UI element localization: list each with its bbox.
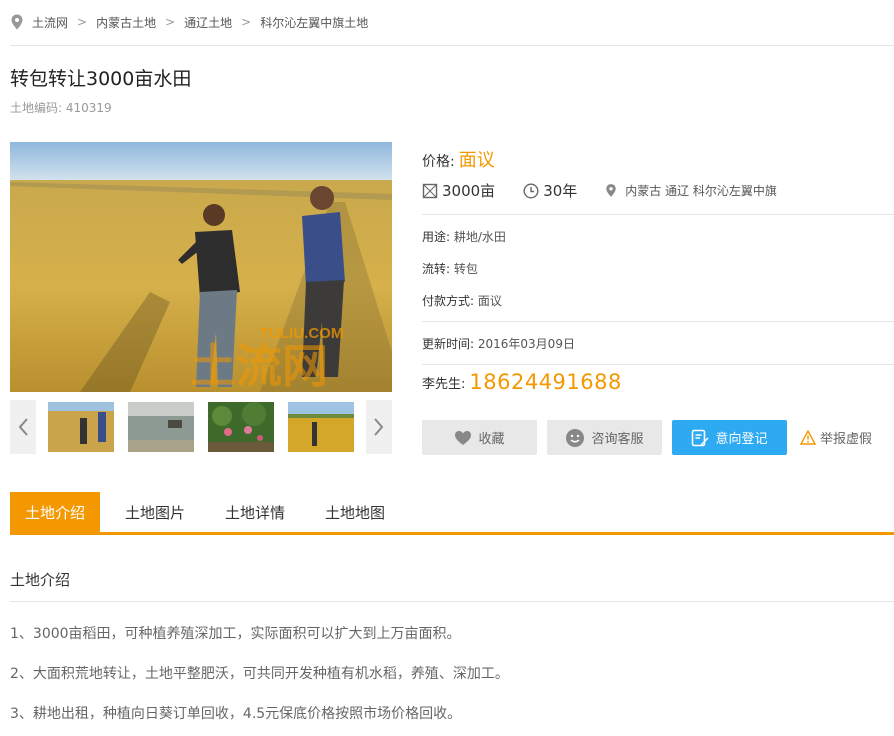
location-value: 内蒙古 通辽 科尔沁左翼中旗: [625, 184, 777, 198]
area-fact: 3000亩: [422, 180, 495, 201]
thumbnail-wheat-image: [288, 402, 354, 452]
thumbnail-1[interactable]: [48, 402, 114, 452]
breadcrumb-item-home[interactable]: 土流网: [32, 14, 68, 31]
warning-icon: [800, 430, 816, 445]
usage-row: 用途: 耕地/水田: [422, 228, 506, 245]
intro-paragraph-1: 1、3000亩稻田，可种植养殖深加工，实际面积可以扩大到上万亩面积。: [10, 626, 461, 642]
land-code: 土地编码: 410319: [10, 99, 112, 116]
price-label: 价格:: [422, 154, 455, 170]
payment-value: 面议: [477, 294, 502, 308]
chevron-right-icon: [374, 418, 384, 436]
section-title: 土地介绍: [10, 571, 71, 589]
edit-form-icon: [692, 429, 709, 446]
location-pin-icon: [606, 184, 616, 197]
contact-phone[interactable]: 18624491688: [469, 370, 621, 394]
divider: [10, 45, 894, 46]
intro-paragraph-3: 3、耕地出租，种植向日葵订单回收，4.5元保底价格按照市场价格回收。: [10, 706, 462, 722]
payment-row: 付款方式: 面议: [422, 292, 502, 309]
favorite-label: 收藏: [478, 432, 505, 447]
thumbnail-strip: [10, 400, 392, 454]
thumb-next-button[interactable]: [366, 400, 392, 454]
usage-label: 用途:: [422, 230, 451, 244]
transfer-label: 流转:: [422, 262, 451, 276]
report-link[interactable]: 举报虚假: [800, 428, 872, 447]
intent-register-button[interactable]: 意向登记: [672, 420, 787, 455]
thumbnail-field-image: [48, 402, 114, 452]
main-photo[interactable]: TULIU.COM 土流网: [10, 142, 392, 392]
divider: [422, 214, 894, 215]
usage-value: 耕地/水田: [453, 230, 506, 244]
transfer-row: 流转: 转包: [422, 260, 478, 277]
term-value: 30年: [543, 182, 578, 200]
price-row: 价格: 面议: [422, 146, 495, 172]
consult-label: 咨询客服: [591, 432, 644, 447]
key-facts: 3000亩 30年 内蒙古 通辽 科尔沁左翼中旗: [422, 180, 777, 201]
transfer-value: 转包: [453, 262, 478, 276]
updated-value: 2016年03月09日: [477, 337, 575, 351]
contact-row: 李先生: 18624491688: [422, 370, 622, 394]
clock-icon: [523, 182, 539, 199]
breadcrumb-separator: >: [165, 15, 176, 29]
favorite-button[interactable]: 收藏: [422, 420, 537, 455]
term-fact: 30年: [523, 180, 577, 201]
land-code-value: 410319: [65, 101, 112, 115]
consult-button[interactable]: 咨询客服: [547, 420, 662, 455]
divider: [422, 364, 894, 365]
tab-intro[interactable]: 土地介绍: [10, 492, 100, 532]
tab-photos[interactable]: 土地图片: [110, 492, 200, 532]
updated-row: 更新时间: 2016年03月09日: [422, 335, 575, 352]
breadcrumb-separator: >: [77, 15, 88, 29]
location-fact: 内蒙古 通辽 科尔沁左翼中旗: [605, 182, 777, 199]
breadcrumb-item-province[interactable]: 内蒙古土地: [96, 14, 156, 31]
updated-label: 更新时间:: [422, 337, 475, 351]
chevron-left-icon: [18, 418, 28, 436]
report-label: 举报虚假: [820, 432, 873, 447]
page-title: 转包转让3000亩水田: [10, 68, 192, 90]
field-photo-image: TULIU.COM 土流网: [10, 142, 392, 392]
smiley-chat-icon: [566, 428, 585, 447]
thumbnail-2[interactable]: [128, 402, 194, 452]
breadcrumb-item-county[interactable]: 科尔沁左翼中旗土地: [260, 14, 368, 31]
breadcrumb-item-city[interactable]: 通辽土地: [184, 14, 232, 31]
thumb-prev-button[interactable]: [10, 400, 36, 454]
payment-label: 付款方式:: [422, 294, 475, 308]
area-value: 3000亩: [442, 182, 496, 200]
price-value: 面议: [458, 150, 495, 171]
thumbnail-3[interactable]: [208, 402, 274, 452]
heart-icon: [455, 430, 472, 445]
thumbnail-orchard-image: [208, 402, 274, 452]
contact-label: 李先生:: [422, 376, 466, 392]
tab-details[interactable]: 土地详情: [210, 492, 300, 532]
breadcrumb: 土流网 > 内蒙古土地 > 通辽土地 > 科尔沁左翼中旗土地: [10, 12, 368, 32]
breadcrumb-separator: >: [241, 15, 252, 29]
thumbnail-4[interactable]: [288, 402, 354, 452]
divider: [10, 601, 894, 602]
detail-tabs: 土地介绍 土地图片 土地详情 土地地图: [10, 492, 894, 535]
area-icon: [422, 183, 438, 198]
thumbnail-paddy-image: [128, 402, 194, 452]
intro-paragraph-2: 2、大面积荒地转让，土地平整肥沃，可共同开发种植有机水稻，养殖、深加工。: [10, 666, 509, 682]
watermark-logo: 土流网: [190, 339, 328, 392]
tab-map[interactable]: 土地地图: [310, 492, 400, 532]
intent-register-label: 意向登记: [715, 432, 768, 447]
land-code-label: 土地编码:: [10, 101, 63, 115]
divider: [422, 321, 894, 322]
location-pin-icon: [11, 14, 23, 30]
